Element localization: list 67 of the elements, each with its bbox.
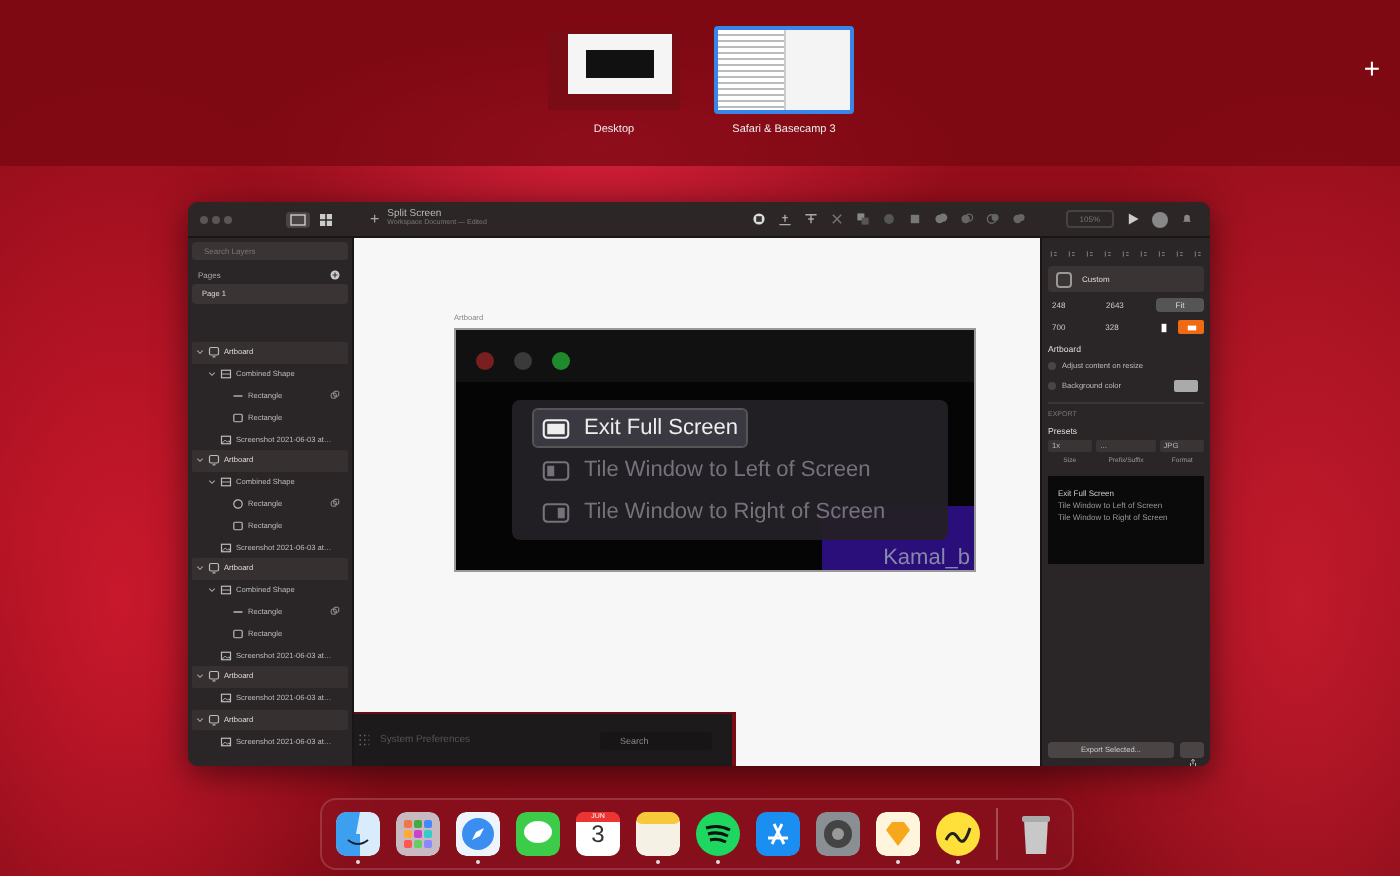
artboard-icon bbox=[208, 562, 220, 575]
align-icon[interactable] bbox=[1050, 250, 1058, 258]
image-icon bbox=[220, 692, 232, 705]
align-icon[interactable] bbox=[1176, 250, 1184, 258]
rectangle-icon bbox=[232, 627, 244, 640]
rectangle-icon bbox=[232, 411, 244, 424]
group-icon bbox=[220, 476, 232, 489]
bell-icon[interactable] bbox=[1180, 212, 1194, 226]
checkbox[interactable] bbox=[1048, 382, 1056, 390]
landscape-icon bbox=[1185, 321, 1198, 333]
align-icon[interactable] bbox=[803, 212, 818, 226]
grid-icon[interactable] bbox=[320, 213, 332, 225]
align-icon[interactable] bbox=[1122, 250, 1130, 258]
sidebar-toggle-button[interactable] bbox=[286, 211, 310, 227]
rectangle-icon bbox=[232, 519, 244, 532]
color-swatch[interactable] bbox=[1174, 380, 1198, 392]
speech-bubble-icon[interactable] bbox=[516, 811, 560, 855]
align-icon[interactable] bbox=[1194, 250, 1202, 258]
fullscreen-button-icon bbox=[552, 352, 570, 370]
group-icon bbox=[220, 368, 232, 381]
align-icon[interactable] bbox=[1158, 250, 1166, 258]
circle-icon bbox=[232, 497, 244, 510]
image-icon bbox=[220, 649, 232, 662]
day-label: 3 bbox=[591, 822, 605, 846]
line-icon bbox=[232, 389, 244, 402]
group-icon bbox=[220, 584, 232, 597]
play-icon[interactable] bbox=[1126, 212, 1140, 226]
notepad-icon[interactable] bbox=[636, 811, 680, 855]
artboard-icon bbox=[208, 454, 220, 467]
union-icon[interactable] bbox=[933, 212, 948, 226]
menu-item[interactable]: Exit Full Screen bbox=[532, 408, 749, 448]
align-icon[interactable] bbox=[1086, 250, 1094, 258]
close-button-icon bbox=[476, 352, 494, 370]
intersect-icon[interactable] bbox=[985, 212, 1000, 226]
split-window-icon bbox=[542, 459, 570, 481]
split-view-thumbnail[interactable] bbox=[714, 26, 854, 114]
avatar-icon[interactable] bbox=[1152, 211, 1168, 227]
line-icon bbox=[232, 605, 244, 618]
finder-face-icon[interactable] bbox=[336, 811, 380, 855]
align-icon[interactable] bbox=[1068, 250, 1076, 258]
artboard-icon bbox=[208, 346, 220, 359]
distribute-icon[interactable] bbox=[777, 212, 792, 226]
image-icon bbox=[220, 735, 232, 748]
landscape-button[interactable] bbox=[1178, 320, 1204, 334]
artboard-icon bbox=[208, 713, 220, 726]
image-icon bbox=[220, 541, 232, 554]
add-space-button[interactable]: + bbox=[1363, 52, 1380, 84]
compass-icon[interactable] bbox=[456, 811, 500, 855]
image-icon bbox=[220, 433, 232, 446]
insert-button[interactable]: + bbox=[362, 210, 388, 228]
add-page-icon[interactable] bbox=[330, 270, 340, 280]
gear-icon[interactable] bbox=[816, 811, 860, 855]
window-icon bbox=[542, 417, 570, 439]
app-grid-icon[interactable] bbox=[396, 811, 440, 855]
mask-tool-icon[interactable] bbox=[855, 212, 870, 226]
subtract-icon[interactable] bbox=[959, 212, 974, 226]
desktop-thumbnail[interactable] bbox=[544, 26, 684, 114]
align-icon[interactable] bbox=[1140, 250, 1148, 258]
panel-text: Kamal_b bbox=[883, 548, 972, 570]
artboard-icon bbox=[208, 670, 220, 683]
align-icon[interactable] bbox=[1104, 250, 1112, 258]
app-store-icon[interactable] bbox=[756, 811, 800, 855]
checkbox[interactable] bbox=[1048, 362, 1056, 370]
sound-waves-icon[interactable] bbox=[696, 811, 740, 855]
minimize-button-icon bbox=[514, 352, 532, 370]
split-window-icon bbox=[542, 501, 570, 523]
difference-icon[interactable] bbox=[1011, 212, 1026, 226]
